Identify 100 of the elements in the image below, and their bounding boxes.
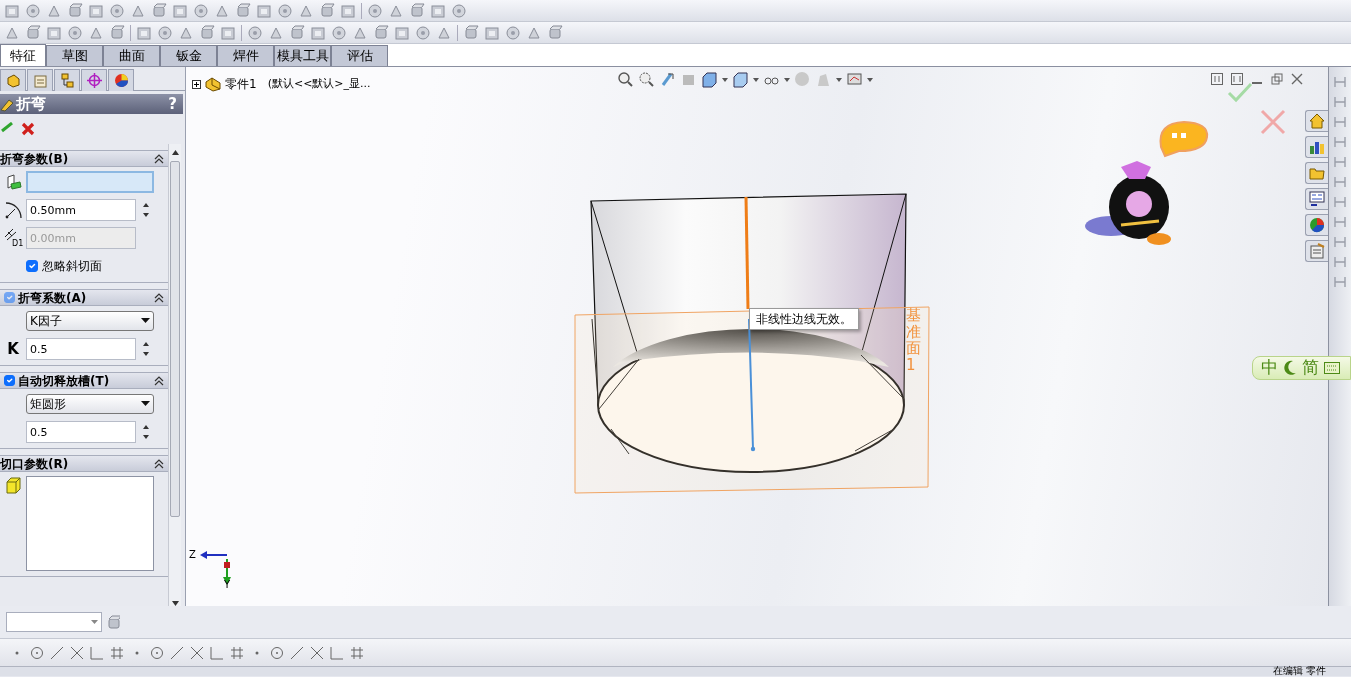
dimension-tool-icon[interactable]: [1333, 75, 1347, 89]
sketch-tool-icon[interactable]: [90, 645, 104, 660]
tool-icon[interactable]: [430, 2, 446, 19]
home-tab[interactable]: [1305, 110, 1328, 132]
view-orientation-icon[interactable]: [701, 71, 718, 88]
ime-toolbar[interactable]: 中 简: [1252, 356, 1351, 380]
command-tab[interactable]: 模具工具: [274, 45, 331, 66]
moon-icon[interactable]: [1283, 360, 1297, 376]
tool-icon[interactable]: [172, 2, 188, 19]
caret-icon[interactable]: [836, 77, 842, 82]
display-style-icon[interactable]: [732, 71, 749, 88]
tool-icon[interactable]: [340, 2, 356, 19]
ime-mode-label[interactable]: 中: [1261, 355, 1278, 381]
tree-item[interactable]: 零件1: [225, 75, 257, 93]
dropdown[interactable]: [6, 612, 102, 632]
monitor-icon[interactable]: [846, 71, 863, 88]
speech-bubble-icon[interactable]: [1159, 121, 1209, 157]
bar-chart-tab[interactable]: [1305, 136, 1328, 158]
dimension-tool-icon[interactable]: [1333, 155, 1347, 169]
tool-icon[interactable]: [136, 24, 152, 41]
sketch-tool-icon[interactable]: [110, 645, 124, 660]
tool-icon[interactable]: [67, 24, 83, 41]
dimension-tool-icon[interactable]: [1333, 175, 1347, 189]
dimension-tool-icon[interactable]: [1333, 235, 1347, 249]
sketch-tool-icon[interactable]: [70, 645, 84, 660]
collapse-chevron-icon[interactable]: [154, 375, 164, 386]
scrollbar[interactable]: [168, 144, 181, 606]
tool-icon[interactable]: [409, 2, 425, 19]
sketch-tool-icon[interactable]: [50, 645, 64, 660]
caret-icon[interactable]: [753, 77, 759, 82]
tool-icon[interactable]: [4, 2, 20, 19]
dimension-tool-icon[interactable]: [1333, 195, 1347, 209]
input-field[interactable]: [26, 171, 154, 193]
command-tab[interactable]: 焊件: [217, 45, 274, 66]
sketch-tool-icon[interactable]: [310, 645, 324, 660]
sketch-tool-icon[interactable]: [190, 645, 204, 660]
command-tab[interactable]: 曲面: [103, 45, 160, 66]
help-button[interactable]: ?: [168, 92, 177, 116]
tool-icon[interactable]: [367, 2, 383, 19]
tool-icon[interactable]: [157, 24, 173, 41]
tool-icon[interactable]: [25, 2, 41, 19]
sketch-tool-icon[interactable]: [290, 645, 304, 660]
cancel-x-icon[interactable]: [21, 122, 35, 136]
dimension-tool-icon[interactable]: [1333, 255, 1347, 269]
layout-tab[interactable]: [1305, 188, 1328, 210]
tool-icon[interactable]: [394, 24, 410, 41]
zoom-fit-icon[interactable]: [617, 71, 634, 88]
tool-icon[interactable]: [109, 24, 125, 41]
tool-icon[interactable]: [151, 2, 167, 19]
caret-icon[interactable]: [722, 77, 728, 82]
tool-icon[interactable]: [289, 24, 305, 41]
caret-icon[interactable]: [867, 77, 873, 82]
list-box[interactable]: [26, 476, 154, 571]
dimension-tool-icon[interactable]: [1333, 215, 1347, 229]
dimension-tool-icon[interactable]: [1333, 95, 1347, 109]
tool-icon[interactable]: [310, 24, 326, 41]
layer-icon[interactable]: [106, 615, 120, 629]
section-checkbox[interactable]: [4, 375, 15, 386]
dimension-tool-icon[interactable]: [1333, 115, 1347, 129]
tool-icon[interactable]: [67, 2, 83, 19]
tool-icon[interactable]: [505, 24, 521, 41]
tool-icon[interactable]: [373, 24, 389, 41]
scroll-down-arrow[interactable]: [171, 601, 179, 606]
clipboard-tab[interactable]: [1305, 240, 1328, 262]
tool-icon[interactable]: [547, 24, 563, 41]
tool-icon[interactable]: [319, 2, 335, 19]
dropdown[interactable]: K因子: [26, 311, 154, 331]
crosshair-tab[interactable]: [81, 69, 107, 91]
tool-icon[interactable]: [88, 2, 104, 19]
tool-icon[interactable]: [220, 24, 236, 41]
scroll-up-arrow[interactable]: [171, 150, 179, 155]
caret-icon[interactable]: [784, 77, 790, 82]
sketch-tool-icon[interactable]: [150, 645, 164, 660]
sketch-tool-icon[interactable]: [30, 645, 44, 660]
sketch-tool-icon[interactable]: [170, 645, 184, 660]
close-icon[interactable]: [1291, 73, 1303, 85]
sketch-tool-icon[interactable]: [350, 645, 364, 660]
sketch-line[interactable]: [748, 318, 756, 452]
input-field[interactable]: 0.50mm: [26, 199, 136, 221]
restore-icon[interactable]: [1271, 73, 1283, 85]
appearance-tab[interactable]: [108, 69, 134, 91]
collapse-chevron-icon[interactable]: [154, 292, 164, 303]
configuration-tab[interactable]: [54, 69, 80, 91]
tile-icon[interactable]: [1231, 73, 1243, 85]
expand-icon[interactable]: [192, 79, 201, 89]
command-tab[interactable]: 草图: [46, 45, 103, 66]
feature-tree-tab[interactable]: [0, 69, 26, 91]
previous-view-icon[interactable]: [659, 71, 676, 88]
dropdown[interactable]: 矩圆形: [26, 394, 154, 414]
ime-charset-label[interactable]: 简: [1302, 355, 1319, 381]
tool-icon[interactable]: [193, 2, 209, 19]
zoom-area-icon[interactable]: [638, 71, 655, 88]
tool-icon[interactable]: [415, 24, 431, 41]
collapse-chevron-icon[interactable]: [154, 153, 164, 164]
reference-plane-outline[interactable]: [574, 306, 930, 494]
tool-icon[interactable]: [331, 24, 347, 41]
sketch-tool-icon[interactable]: [270, 645, 284, 660]
command-tab[interactable]: 评估: [331, 45, 388, 66]
sketch-tool-icon[interactable]: [210, 645, 224, 660]
dimension-tool-icon[interactable]: [1333, 135, 1347, 149]
